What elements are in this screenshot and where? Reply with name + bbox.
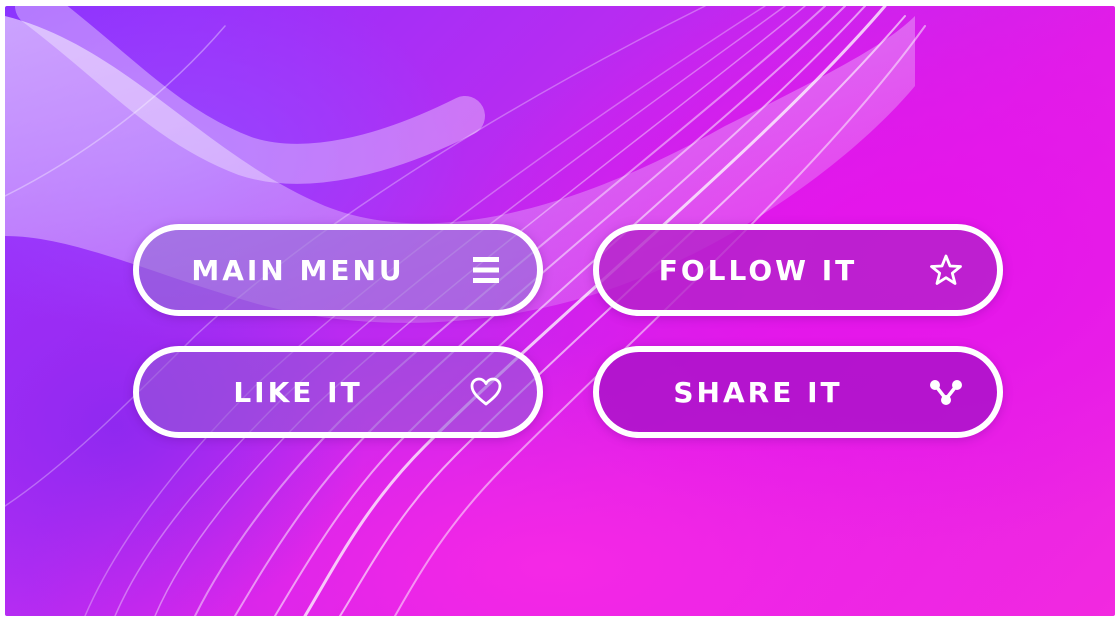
main-menu-button[interactable]: MAIN MENU: [133, 224, 543, 316]
share-it-button[interactable]: SHARE IT: [593, 346, 1003, 438]
heart-icon: [469, 375, 503, 409]
follow-it-button[interactable]: FOLLOW IT: [593, 224, 1003, 316]
background-panel: MAIN MENU FOLLOW IT LIKE IT SHARE IT: [5, 6, 1115, 616]
star-icon: [929, 253, 963, 287]
follow-it-label: FOLLOW IT: [658, 253, 858, 287]
like-it-button[interactable]: LIKE IT: [133, 346, 543, 438]
like-it-label: LIKE IT: [233, 375, 363, 409]
menu-icon: [469, 253, 503, 287]
main-menu-label: MAIN MENU: [191, 253, 405, 287]
share-icon: [929, 375, 963, 409]
share-it-label: SHARE IT: [673, 375, 843, 409]
